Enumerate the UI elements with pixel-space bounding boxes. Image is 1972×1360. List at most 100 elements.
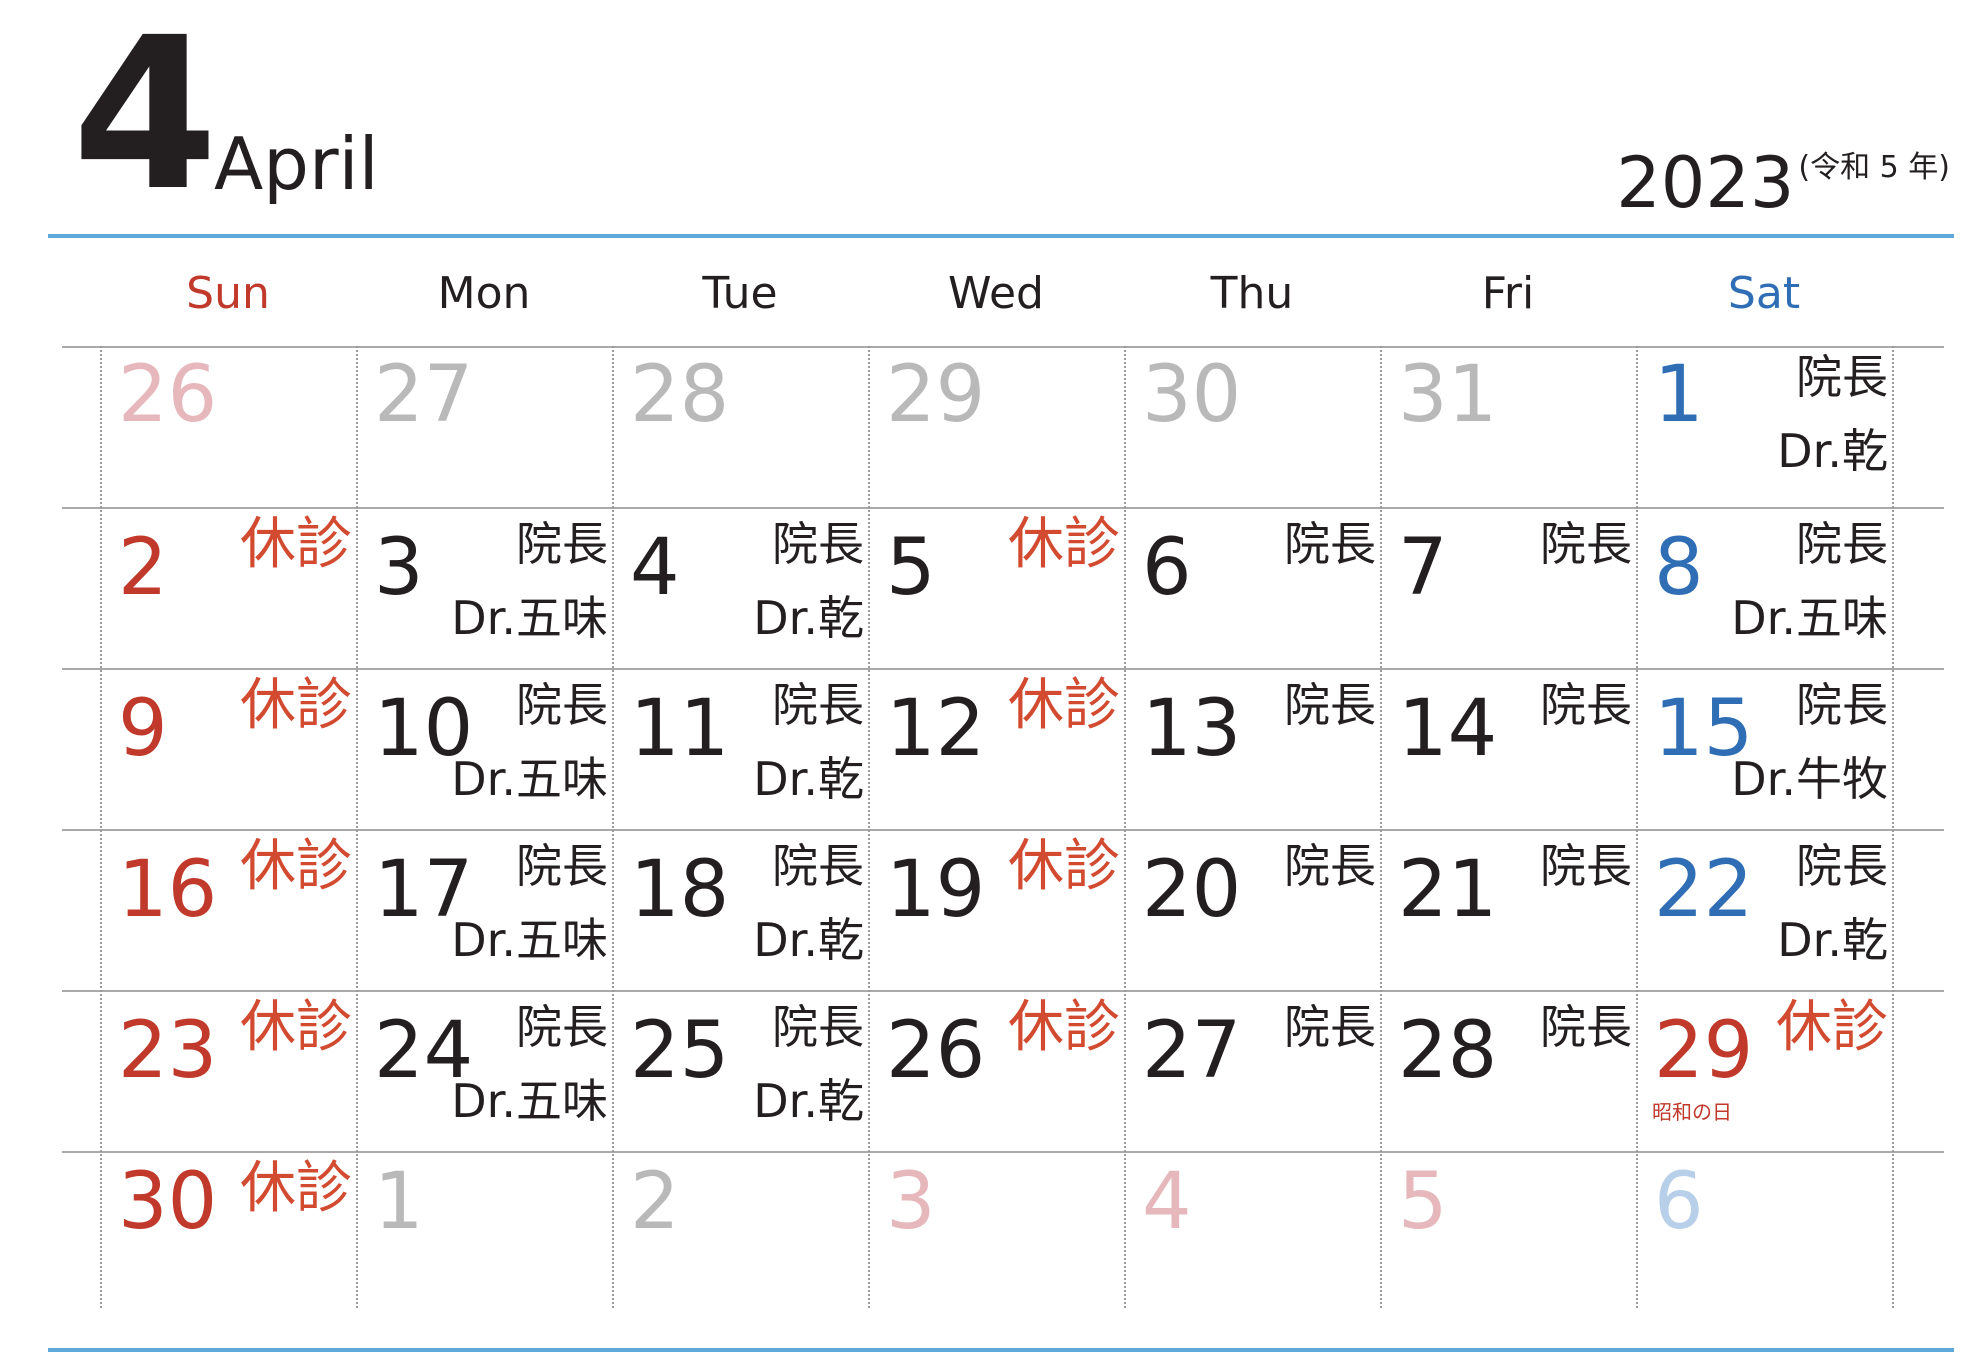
doctor-name-label: Dr.五味 [451, 1074, 608, 1128]
calendar-grid: 26 27 28 29 30 31 1 院長 Dr.乾 2 休診 3 院長 Dr.五味 4 院長 Dr.乾 5 休診… [0, 0, 1972, 1360]
doctor-director-label: 院長 [516, 678, 608, 732]
doctor-director-label: 院長 [1796, 350, 1888, 404]
day-number: 14 [1398, 684, 1498, 774]
doctor-director-label: 院長 [772, 839, 864, 893]
day-cell: 21 院長 [1384, 831, 1640, 991]
day-number: 5 [1398, 1157, 1448, 1247]
day-cell: 26 休診 [872, 992, 1128, 1152]
day-cell: 8 院長 Dr.五味 [1640, 509, 1896, 669]
holiday-label: 昭和の日 [1652, 1100, 1732, 1124]
day-number: 5 [886, 523, 936, 613]
day-number: 30 [1142, 350, 1242, 440]
doctor-director-label: 院長 [1284, 839, 1376, 893]
day-cell: 30 休診 [104, 1153, 360, 1313]
closed-label: 休診 [1776, 995, 1888, 1060]
day-number: 18 [630, 845, 730, 935]
doctor-name-label: Dr.乾 [1777, 424, 1888, 478]
day-number: 29 [886, 350, 986, 440]
day-cell: 17 院長 Dr.五味 [360, 831, 616, 991]
day-number: 27 [1142, 1006, 1242, 1096]
day-cell: 4 院長 Dr.乾 [616, 509, 872, 669]
doctor-name-label: Dr.五味 [451, 913, 608, 967]
doctor-director-label: 院長 [516, 517, 608, 571]
day-cell: 26 [104, 348, 360, 508]
doctor-director-label: 院長 [1284, 517, 1376, 571]
doctor-name-label: Dr.五味 [451, 591, 608, 645]
doctor-director-label: 院長 [516, 839, 608, 893]
day-cell: 24 院長 Dr.五味 [360, 992, 616, 1152]
day-cell: 30 [1128, 348, 1384, 508]
day-number: 28 [630, 350, 730, 440]
doctor-director-label: 院長 [772, 678, 864, 732]
doctor-director-label: 院長 [1540, 839, 1632, 893]
day-cell: 7 院長 [1384, 509, 1640, 669]
doctor-director-label: 院長 [516, 1000, 608, 1054]
day-number: 27 [374, 350, 474, 440]
doctor-name-label: Dr.乾 [753, 913, 864, 967]
day-cell: 20 院長 [1128, 831, 1384, 991]
day-cell: 3 院長 Dr.五味 [360, 509, 616, 669]
day-number: 7 [1398, 523, 1448, 613]
doctor-director-label: 院長 [1796, 517, 1888, 571]
day-cell: 1 院長 Dr.乾 [1640, 348, 1896, 508]
day-cell: 9 休診 [104, 670, 360, 830]
day-cell: 28 [616, 348, 872, 508]
closed-label: 休診 [240, 834, 352, 899]
day-number: 9 [118, 684, 168, 774]
doctor-name-label: Dr.乾 [1777, 913, 1888, 967]
closed-label: 休診 [240, 673, 352, 738]
day-cell: 11 院長 Dr.乾 [616, 670, 872, 830]
day-cell: 13 院長 [1128, 670, 1384, 830]
day-number: 25 [630, 1006, 730, 1096]
day-number: 26 [886, 1006, 986, 1096]
day-number: 6 [1654, 1157, 1704, 1247]
closed-label: 休診 [1008, 673, 1120, 738]
day-number: 4 [1142, 1157, 1192, 1247]
doctor-director-label: 院長 [1284, 678, 1376, 732]
day-cell: 6 院長 [1128, 509, 1384, 669]
doctor-director-label: 院長 [1796, 839, 1888, 893]
day-number: 29 [1654, 1006, 1754, 1096]
doctor-director-label: 院長 [772, 517, 864, 571]
day-number: 20 [1142, 845, 1242, 935]
closed-label: 休診 [1008, 834, 1120, 899]
day-number: 21 [1398, 845, 1498, 935]
day-cell: 2 休診 [104, 509, 360, 669]
day-number: 2 [118, 523, 168, 613]
day-cell: 6 [1640, 1153, 1896, 1313]
day-number: 1 [374, 1157, 424, 1247]
day-cell: 31 [1384, 348, 1640, 508]
day-cell: 28 院長 [1384, 992, 1640, 1152]
day-number: 19 [886, 845, 986, 935]
day-cell: 5 [1384, 1153, 1640, 1313]
day-cell: 29 [872, 348, 1128, 508]
doctor-director-label: 院長 [1284, 1000, 1376, 1054]
day-cell: 15 院長 Dr.牛牧 [1640, 670, 1896, 830]
day-number: 3 [374, 523, 424, 613]
closed-label: 休診 [1008, 512, 1120, 577]
day-cell: 1 [360, 1153, 616, 1313]
closed-label: 休診 [240, 1156, 352, 1221]
day-cell: 16 休診 [104, 831, 360, 991]
day-number: 1 [1654, 350, 1704, 440]
day-cell: 23 休診 [104, 992, 360, 1152]
day-cell: 14 院長 [1384, 670, 1640, 830]
closed-label: 休診 [240, 512, 352, 577]
doctor-name-label: Dr.乾 [753, 1074, 864, 1128]
day-cell: 18 院長 Dr.乾 [616, 831, 872, 991]
doctor-name-label: Dr.乾 [753, 752, 864, 806]
day-cell: 19 休診 [872, 831, 1128, 991]
bottom-rule [48, 1348, 1954, 1352]
day-cell: 25 院長 Dr.乾 [616, 992, 872, 1152]
closed-label: 休診 [240, 995, 352, 1060]
day-number: 23 [118, 1006, 218, 1096]
day-number: 13 [1142, 684, 1242, 774]
day-cell: 12 休診 [872, 670, 1128, 830]
day-cell: 3 [872, 1153, 1128, 1313]
day-number: 2 [630, 1157, 680, 1247]
day-number: 22 [1654, 845, 1754, 935]
doctor-name-label: Dr.牛牧 [1731, 752, 1888, 806]
day-cell: 5 休診 [872, 509, 1128, 669]
day-number: 31 [1398, 350, 1498, 440]
doctor-name-label: Dr.五味 [451, 752, 608, 806]
